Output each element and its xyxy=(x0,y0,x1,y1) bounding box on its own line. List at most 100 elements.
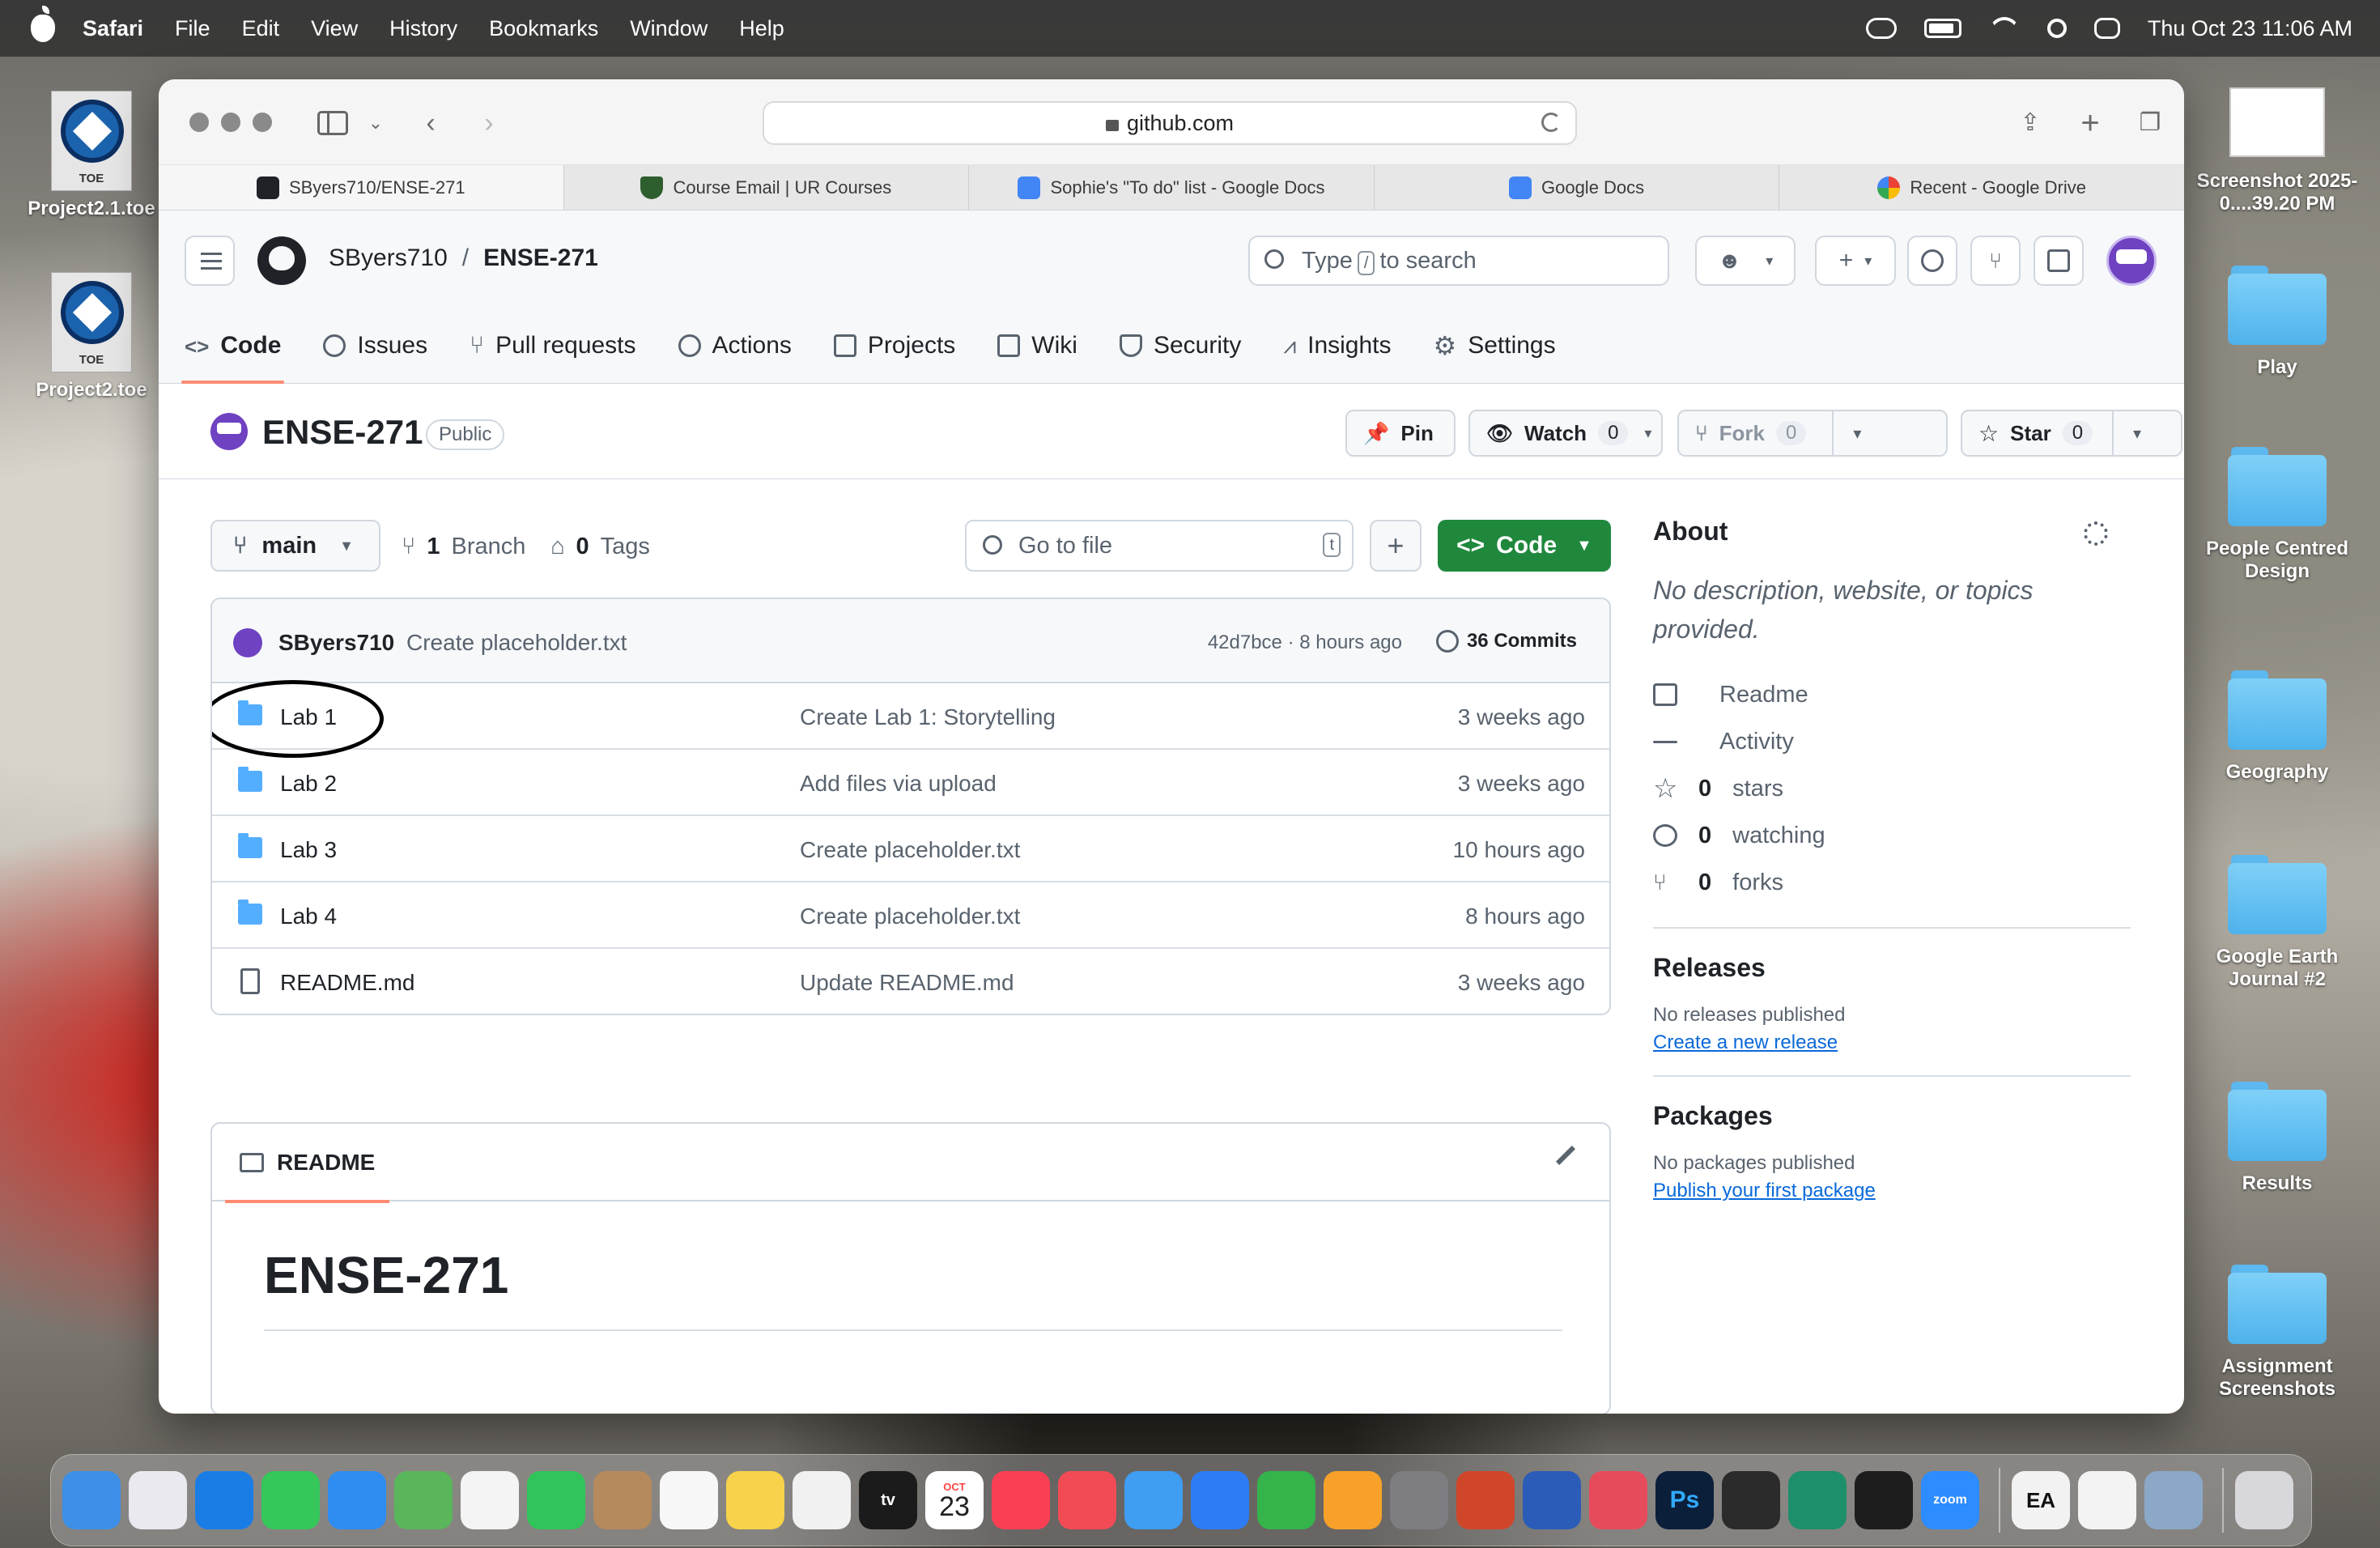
tab-issues[interactable]: Issues xyxy=(323,308,427,384)
tab-group-chevron-icon[interactable]: ⌄ xyxy=(361,108,390,138)
dock-launchpad-icon[interactable] xyxy=(129,1471,187,1529)
tags-link[interactable]: ⌂ 0 Tags xyxy=(550,534,650,560)
dock-notes-icon[interactable] xyxy=(726,1471,784,1529)
menu-clock[interactable]: Thu Oct 23 11:06 AM xyxy=(2148,16,2352,41)
menu-bookmarks[interactable]: Bookmarks xyxy=(489,16,598,41)
repo-title[interactable]: ENSE-271 xyxy=(262,413,423,452)
table-row[interactable]: Lab 3 Create placeholder.txt 10 hours ag… xyxy=(212,816,1609,882)
table-row[interactable]: Lab 1 Create Lab 1: Storytelling 3 weeks… xyxy=(212,680,1609,758)
chevron-down-icon[interactable]: ▾ xyxy=(2112,411,2169,455)
chevron-down-icon[interactable]: ▾ xyxy=(1832,411,1897,455)
branch-selector[interactable]: ⑂ main ▼ xyxy=(210,520,380,572)
tab-pull-requests[interactable]: ⑂ Pull requests xyxy=(470,308,635,384)
dock-finder-icon[interactable] xyxy=(62,1471,121,1529)
search-input[interactable]: Type / to search xyxy=(1248,236,1669,286)
about-item-watching[interactable]: 0 watching xyxy=(1653,812,2131,859)
tab-insights[interactable]: ⩘ Insights xyxy=(1283,308,1391,384)
dock-trash-icon[interactable] xyxy=(2235,1471,2293,1529)
commit-author-avatar[interactable] xyxy=(233,628,262,657)
dock-freeform-icon[interactable] xyxy=(793,1471,851,1529)
tab-actions[interactable]: Actions xyxy=(678,308,792,384)
dock-facetime-icon[interactable] xyxy=(527,1471,585,1529)
commits-link[interactable]: 36 Commits xyxy=(1435,630,1577,653)
dock-powerpoint-icon[interactable] xyxy=(1456,1471,1515,1529)
tab-security[interactable]: Security xyxy=(1119,308,1241,384)
close-window-button[interactable] xyxy=(189,113,209,132)
table-row[interactable]: README.md Update README.md 3 weeks ago xyxy=(212,949,1609,1014)
dock-music-icon[interactable] xyxy=(992,1471,1050,1529)
about-item-forks[interactable]: ⑂ 0 forks xyxy=(1653,859,2131,906)
file-commit-message[interactable]: Add files via upload xyxy=(800,771,997,797)
file-name[interactable]: Lab 3 xyxy=(280,837,337,863)
minimize-window-button[interactable] xyxy=(221,113,240,132)
desktop-file-project2[interactable]: TOE Project2.toe xyxy=(15,272,168,402)
hamburger-menu-icon[interactable] xyxy=(185,236,235,286)
dock-ea-icon[interactable]: EA xyxy=(2012,1471,2070,1529)
new-tab-icon[interactable]: + xyxy=(2076,107,2105,139)
dock-perplexity-icon[interactable] xyxy=(1788,1471,1847,1529)
dock-reminders-icon[interactable] xyxy=(660,1471,718,1529)
apple-menu-icon[interactable] xyxy=(31,6,55,42)
dock-keynote-icon[interactable] xyxy=(1191,1471,1249,1529)
table-row[interactable]: Lab 4 Create placeholder.txt 8 hours ago xyxy=(212,882,1609,949)
inbox-button[interactable] xyxy=(2034,236,2084,286)
commit-message[interactable]: Create placeholder.txt xyxy=(406,630,627,656)
tab-github-repo[interactable]: SByers710/ENSE-271 xyxy=(159,165,563,210)
dock-figma-icon[interactable] xyxy=(1855,1471,1913,1529)
desktop-folder-play[interactable]: Play xyxy=(2186,266,2369,379)
table-row[interactable]: Lab 2 Add files via upload 3 weeks ago xyxy=(212,750,1609,816)
desktop-file-project2-1[interactable]: TOE Project2.1.toe xyxy=(15,91,168,220)
about-item-stars[interactable]: ☆ 0 stars xyxy=(1653,765,2131,812)
tab-settings[interactable]: ⚙ Settings xyxy=(1434,308,1556,384)
wifi-icon[interactable] xyxy=(1988,17,2020,40)
spotlight-icon[interactable] xyxy=(2046,19,2067,38)
dock-pages-icon[interactable] xyxy=(1324,1471,1382,1529)
edit-pencil-icon[interactable] xyxy=(1555,1145,1576,1166)
about-item-readme[interactable]: Readme xyxy=(1653,671,2131,718)
commit-author[interactable]: SByers710 xyxy=(278,630,394,656)
dock-photoshop-icon[interactable]: Ps xyxy=(1655,1471,1714,1529)
menu-edit[interactable]: Edit xyxy=(242,16,280,41)
go-to-file-input[interactable]: Go to file t xyxy=(965,520,1354,572)
dock-safari-icon[interactable] xyxy=(195,1471,253,1529)
star-button[interactable]: ☆ Star 0 ▾ xyxy=(1961,410,2182,457)
sidebar-toggle-icon[interactable] xyxy=(317,111,348,135)
reload-icon[interactable] xyxy=(1541,113,1561,132)
address-bar[interactable]: github.com xyxy=(763,101,1577,145)
battery-icon[interactable] xyxy=(1923,19,1961,38)
menu-help[interactable]: Help xyxy=(739,16,784,41)
copilot-button[interactable]: ☻ ▾ xyxy=(1695,236,1796,286)
desktop-folder-people-centred-design[interactable]: People Centred Design xyxy=(2186,447,2369,583)
commit-hash-time[interactable]: 42d7bce · 8 hours ago xyxy=(1208,632,1402,654)
dock-messages-icon[interactable] xyxy=(261,1471,320,1529)
tab-code[interactable]: <> Code xyxy=(181,308,285,384)
dock-preview-icon[interactable] xyxy=(2144,1471,2203,1529)
menu-file[interactable]: File xyxy=(175,16,210,41)
publish-package-link[interactable]: Publish your first package xyxy=(1653,1180,1876,1202)
file-commit-message[interactable]: Update README.md xyxy=(800,970,1014,996)
dock-maps-icon[interactable] xyxy=(394,1471,453,1529)
forward-arrow-icon[interactable]: › xyxy=(474,108,504,138)
tab-google-docs[interactable]: Google Docs xyxy=(1373,165,1779,210)
tab-overview-icon[interactable]: ❐ xyxy=(2136,108,2165,138)
zoom-window-button[interactable] xyxy=(253,113,272,132)
menu-view[interactable]: View xyxy=(311,16,358,41)
dock-zoom-icon[interactable]: zoom xyxy=(1921,1471,1979,1529)
tab-google-drive[interactable]: Recent - Google Drive xyxy=(1779,165,2184,210)
pull-requests-shortcut-button[interactable]: ⑂ xyxy=(1970,236,2021,286)
file-commit-message[interactable]: Create placeholder.txt xyxy=(800,837,1020,863)
code-clone-button[interactable]: <> Code ▼ xyxy=(1438,520,1611,572)
desktop-folder-geography[interactable]: Geography xyxy=(2186,670,2369,784)
dock-system-settings-icon[interactable] xyxy=(1390,1471,1448,1529)
dock-numbers-icon[interactable] xyxy=(1257,1471,1315,1529)
fork-button[interactable]: ⑂ Fork 0 ▾ xyxy=(1677,410,1948,457)
file-name[interactable]: Lab 2 xyxy=(280,771,337,797)
add-file-button[interactable]: + xyxy=(1370,520,1422,572)
desktop-folder-assignment-screenshots[interactable]: Assignment Screenshots xyxy=(2186,1265,2369,1401)
watch-button[interactable]: 👁 Watch 0 ▾ xyxy=(1468,410,1663,457)
file-commit-message[interactable]: Create placeholder.txt xyxy=(800,904,1020,929)
pin-button[interactable]: 📌 Pin xyxy=(1345,410,1456,457)
back-arrow-icon[interactable]: ‹ xyxy=(416,108,445,138)
gear-icon[interactable] xyxy=(2084,521,2108,546)
dock-photos-icon[interactable] xyxy=(461,1471,519,1529)
